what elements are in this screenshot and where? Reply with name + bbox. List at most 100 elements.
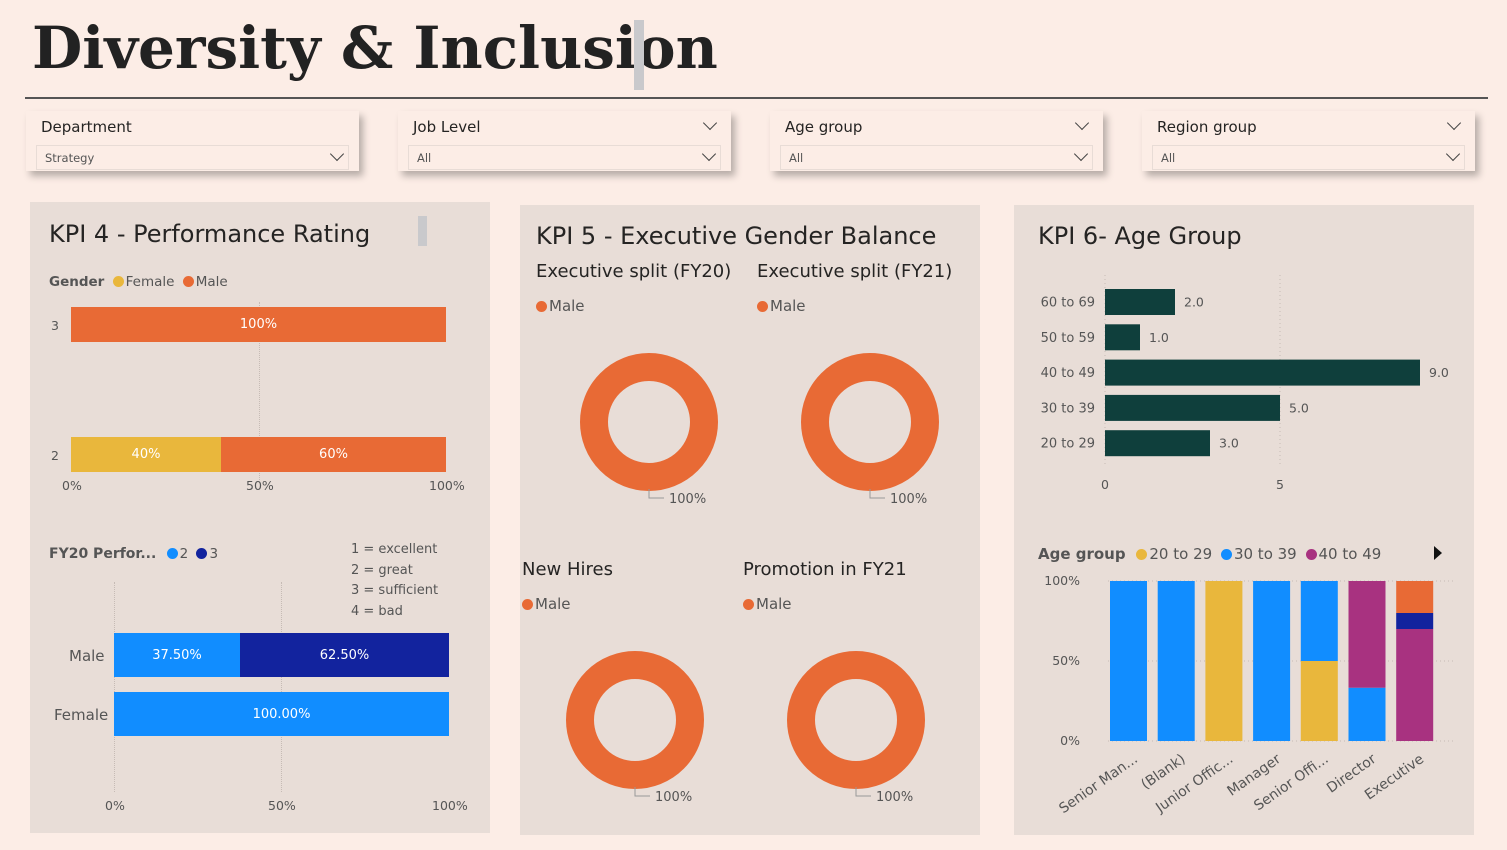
- data-label: 2.0: [1184, 295, 1204, 310]
- column-segment[interactable]: [1300, 661, 1338, 741]
- age-bar[interactable]: [1105, 289, 1175, 315]
- chevron-down-icon[interactable]: [702, 115, 718, 132]
- category-label: Male: [69, 647, 105, 665]
- donut-chart[interactable]: [576, 349, 722, 495]
- bar-segment[interactable]: 40%: [71, 437, 221, 472]
- slicer-label: Job Level: [413, 118, 481, 136]
- data-label: 1.0: [1149, 330, 1169, 345]
- age-bar[interactable]: [1105, 359, 1420, 386]
- donut-legend: Male: [757, 297, 806, 315]
- column-segment[interactable]: [1300, 581, 1338, 661]
- category-label: 20 to 29: [1041, 437, 1095, 452]
- job-level-dropdown[interactable]: All: [408, 145, 721, 170]
- female-legend-dot: [112, 276, 124, 287]
- leader-line: [634, 787, 650, 797]
- slicer-label: Department: [41, 118, 132, 136]
- axis-tick: 0%: [105, 798, 125, 813]
- age-group-dropdown[interactable]: All: [780, 145, 1093, 170]
- donut-slice[interactable]: [787, 651, 925, 789]
- gender-legend: Gender Female Male: [49, 274, 228, 290]
- age-bar[interactable]: [1105, 324, 1140, 351]
- donut-slice[interactable]: [580, 353, 718, 491]
- bar-segment[interactable]: 62.50%: [240, 633, 449, 677]
- chevron-down-icon[interactable]: [1445, 146, 1461, 163]
- bar-segment[interactable]: 60%: [221, 437, 446, 472]
- age-bar[interactable]: [1105, 394, 1280, 421]
- rating-key-item: 2 = great: [351, 562, 413, 578]
- region-group-dropdown[interactable]: All: [1152, 145, 1465, 170]
- slicer-value: All: [417, 151, 432, 165]
- donut-chart[interactable]: [562, 647, 708, 793]
- legend-next-arrow-icon[interactable]: [1432, 545, 1444, 561]
- donut-data-label: 100%: [890, 492, 928, 507]
- age40-legend-dot: [1305, 549, 1317, 560]
- column-segment[interactable]: [1348, 687, 1386, 741]
- legend-item: 40 to 49: [1318, 545, 1382, 563]
- rating-key: 1 = excellent 2 = great 3 = sufficient 4…: [351, 540, 438, 622]
- donut-legend: Male: [536, 297, 585, 315]
- column-segment[interactable]: [1110, 581, 1147, 741]
- department-slicer[interactable]: Department Strategy: [26, 111, 359, 171]
- job-level-slicer[interactable]: Job Level All: [398, 111, 731, 171]
- kpi6-panel: KPI 6- Age Group 0 5 60 to 69 2.0 50 to 59 1.…: [1014, 205, 1474, 835]
- legend-item: 30 to 39: [1233, 545, 1297, 563]
- age-stacked-column-chart[interactable]: 100%50%0%Senior Man...(Blank)Junior Offi…: [1014, 570, 1474, 835]
- legend-item: 20 to 29: [1149, 545, 1213, 563]
- bar-segment[interactable]: 100%: [71, 307, 446, 342]
- region-group-slicer[interactable]: Region group All: [1142, 111, 1475, 171]
- kpi5-panel: KPI 5 - Executive Gender Balance Executi…: [520, 205, 980, 835]
- column-segment[interactable]: [1205, 581, 1243, 741]
- chevron-down-icon[interactable]: [701, 146, 717, 163]
- donut-chart[interactable]: [783, 647, 929, 793]
- donut-data-label: 100%: [655, 790, 693, 805]
- legend-title: FY20 Perfor...: [49, 546, 157, 562]
- donut-data-label: 100%: [876, 790, 914, 805]
- kpi6-title: KPI 6- Age Group: [1038, 222, 1242, 250]
- bar-segment[interactable]: 37.50%: [114, 633, 240, 677]
- legend-item: Male: [535, 595, 571, 613]
- kpi4-panel: KPI 4 - Performance Rating Gender Female…: [30, 202, 490, 833]
- legend-item: Male: [770, 297, 806, 315]
- column-segment[interactable]: [1253, 581, 1291, 741]
- column-segment[interactable]: [1157, 581, 1195, 741]
- data-label: 3.0: [1219, 436, 1239, 451]
- column-segment[interactable]: [1396, 629, 1434, 741]
- axis-tick: 100%: [432, 798, 468, 813]
- slicer-label: Region group: [1157, 118, 1257, 136]
- donut-legend: Male: [522, 595, 571, 613]
- rating-key-item: 3 = sufficient: [351, 583, 439, 598]
- chevron-down-icon[interactable]: [1074, 115, 1090, 132]
- column-segment[interactable]: [1348, 581, 1386, 688]
- donut-legend: Male: [743, 595, 792, 613]
- chevron-down-icon[interactable]: [329, 146, 345, 163]
- slicer-value: All: [789, 151, 804, 165]
- rating3-legend-dot: [196, 548, 208, 559]
- age-bar[interactable]: [1105, 430, 1210, 457]
- legend-item: Male: [756, 595, 792, 613]
- kpi4-accent-bar: [418, 216, 427, 246]
- data-label: 9.0: [1429, 365, 1449, 380]
- legend-item: Male: [195, 274, 228, 290]
- age-group-slicer[interactable]: Age group All: [770, 111, 1103, 171]
- donut-slice[interactable]: [801, 353, 939, 491]
- slicer-value: Strategy: [45, 151, 95, 165]
- donut-title: Promotion in FY21: [743, 559, 907, 580]
- male-legend-dot: [743, 599, 754, 610]
- category-label: Senior Man...: [1056, 751, 1140, 817]
- axis-tick: 0: [1101, 477, 1109, 492]
- department-dropdown[interactable]: Strategy: [36, 145, 349, 170]
- chevron-down-icon[interactable]: [1446, 115, 1462, 132]
- axis-tick: 50%: [268, 798, 296, 813]
- bar-segment[interactable]: 100.00%: [114, 692, 449, 736]
- age-bar-chart[interactable]: 0 5 60 to 69 2.0 50 to 59 1.0 40 to 49 9.0 30 to…: [1014, 275, 1474, 505]
- donut-chart[interactable]: [797, 349, 943, 495]
- column-segment[interactable]: [1396, 613, 1434, 629]
- legend-title: Gender: [49, 274, 105, 290]
- chevron-down-icon[interactable]: [1073, 146, 1089, 163]
- column-segment[interactable]: [1396, 581, 1434, 613]
- legend-item: 2: [179, 546, 189, 562]
- donut-slice[interactable]: [566, 651, 704, 789]
- age20-legend-dot: [1136, 549, 1148, 560]
- age30-legend-dot: [1220, 549, 1232, 560]
- rating-key-item: 1 = excellent: [351, 542, 438, 557]
